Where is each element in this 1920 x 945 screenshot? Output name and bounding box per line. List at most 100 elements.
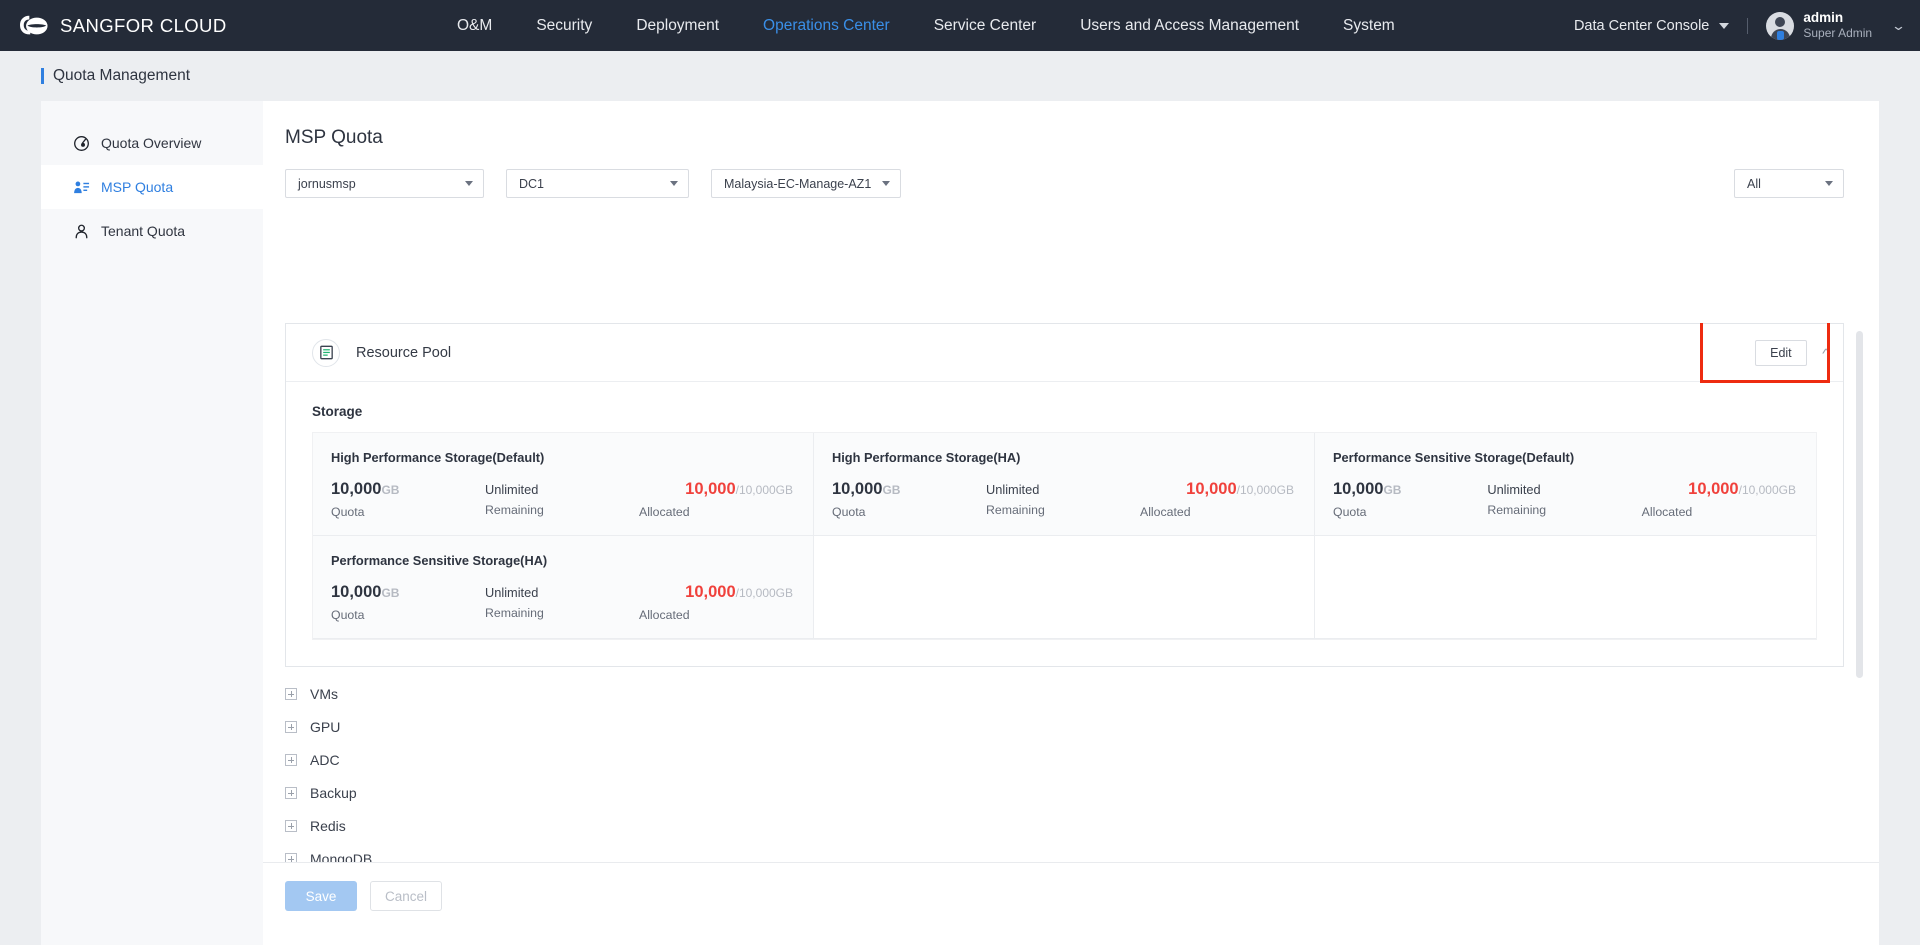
collapsible-section-backup[interactable]: Backup [285, 777, 1844, 810]
top-navigation-bar: SANGFOR CLOUD O&M Security Deployment Op… [0, 0, 1920, 51]
plus-square-icon [285, 787, 297, 800]
stat-allocated-value: 10,000/10,000GB [639, 480, 793, 499]
stat-value-number: 10,000 [331, 480, 382, 498]
collapsible-section-label: Backup [310, 785, 357, 802]
user-menu[interactable]: admin Super Admin ⌄ [1766, 9, 1907, 42]
stat-remaining-label: Remaining [485, 605, 544, 620]
msp-select-value: jornusmsp [298, 176, 356, 191]
avatar [1766, 11, 1795, 40]
user-role: Super Admin [1803, 26, 1873, 41]
collapsible-section-label: MongoDB [310, 851, 373, 862]
stat-quota-label: Quota [331, 504, 365, 519]
stat-value-unit: GB [1383, 483, 1402, 497]
nav-item-security[interactable]: Security [514, 0, 614, 51]
nav-item-service-center[interactable]: Service Center [912, 0, 1059, 51]
storage-card-title: Performance Sensitive Storage(HA) [331, 552, 548, 568]
chevron-down-icon: ⌄ [1890, 17, 1907, 33]
stat-remaining-label: Remaining [986, 503, 1045, 517]
collapsible-section-label: ADC [310, 752, 340, 769]
save-button[interactable]: Save [285, 881, 357, 911]
collapsible-section-gpu[interactable]: GPU [285, 711, 1844, 744]
collapsible-section-redis[interactable]: Redis [285, 810, 1844, 843]
user-list-icon [73, 179, 90, 196]
storage-card-title: High Performance Storage(Default) [331, 450, 545, 465]
user-name: admin [1803, 9, 1844, 25]
stat-remaining-label: Remaining [485, 503, 544, 517]
nav-item-om[interactable]: O&M [435, 0, 514, 51]
storage-card-title: Performance Sensitive Storage(Default) [1333, 450, 1575, 465]
resource-pool-body: Storage High Performance Storage(Default… [286, 382, 1843, 666]
sidebar-item-quota-overview[interactable]: Quota Overview [41, 121, 263, 165]
nav-item-operations-center[interactable]: Operations Center [741, 0, 912, 51]
edit-button[interactable]: Edit [1754, 340, 1807, 366]
stat-allocated: 10,000/10,000GB Allocated [1140, 480, 1294, 519]
plus-square-icon [285, 688, 297, 701]
datacenter-select[interactable]: DC1 [506, 169, 689, 198]
sidebar-item-msp-quota[interactable]: MSP Quota [41, 165, 263, 209]
stat-quota: 10,000GB Quota [331, 583, 485, 622]
scope-filter-select[interactable]: All [1734, 169, 1844, 198]
chevron-up-icon[interactable]: ^ [1822, 346, 1830, 361]
collapsible-section-mongodb[interactable]: MongoDB [285, 843, 1844, 862]
storage-card-stats: 10,000GB Quota Unlimited Remaining 10,00… [331, 583, 793, 622]
chevron-down-icon [465, 181, 473, 186]
stat-quota-value: 10,000GB [1333, 480, 1487, 499]
cancel-button[interactable]: Cancel [370, 881, 443, 911]
sidebar-item-label: Tenant Quota [101, 223, 186, 239]
stat-quota-value: 10,000GB [832, 480, 986, 499]
filter-bar: jornusmsp DC1 Malaysia-EC-Manage-AZ1 All [263, 149, 1879, 198]
resource-pool-card: Resource Pool Edit ^ Storage High Perfor… [285, 323, 1844, 667]
stat-allocated-label: Allocated [639, 607, 690, 622]
footer-action-bar: Save Cancel [263, 862, 1879, 945]
stat-quota-value: 10,000GB [331, 583, 485, 602]
stat-allocated: 10,000/10,000GB Allocated [639, 480, 793, 519]
stat-value-denominator: /10,000GB [735, 483, 793, 497]
main-nav: O&M Security Deployment Operations Cente… [330, 0, 1574, 51]
sidebar-item-tenant-quota[interactable]: Tenant Quota [41, 209, 263, 253]
stat-quota-label: Quota [1333, 504, 1367, 519]
collapsible-section-list: VMs GPU ADC Backup Redis MongoDB [285, 678, 1844, 862]
datacenter-select-value: DC1 [519, 176, 545, 191]
resource-pool-header: Resource Pool Edit ^ [286, 323, 1843, 383]
nav-item-users-and-access-management[interactable]: Users and Access Management [1058, 0, 1321, 51]
stat-remaining: Unlimited Remaining [485, 480, 639, 519]
plus-square-icon [285, 820, 297, 833]
storage-card: High Performance Storage(HA) 10,000GB Qu… [814, 433, 1315, 536]
storage-section-label: Storage [312, 404, 363, 419]
msp-select[interactable]: jornusmsp [285, 169, 484, 198]
stat-value-denominator: /10,000GB [735, 585, 793, 600]
document-list-icon [312, 338, 340, 367]
stat-quota-value: 10,000GB [331, 480, 485, 499]
availability-zone-select[interactable]: Malaysia-EC-Manage-AZ1 [711, 169, 901, 198]
stat-quota-label: Quota [832, 504, 866, 519]
stat-value-number: 10,000 [1333, 480, 1384, 498]
brand[interactable]: SANGFOR CLOUD [0, 12, 330, 40]
chevron-down-icon [882, 181, 890, 186]
storage-grid-spacer [1315, 535, 1816, 639]
chevron-down-icon [1719, 22, 1730, 29]
storage-card-title: High Performance Storage(HA) [832, 450, 1021, 465]
stat-remaining: Unlimited Remaining [1487, 480, 1641, 519]
stat-quota: 10,000GB Quota [331, 480, 485, 519]
nav-item-system[interactable]: System [1321, 0, 1417, 51]
stat-allocated-label: Allocated [1641, 504, 1693, 519]
collapsible-section-adc[interactable]: ADC [285, 744, 1844, 777]
stat-value-number: 10,000 [832, 480, 883, 498]
stat-quota: 10,000GB Quota [832, 480, 986, 519]
divider [1747, 17, 1749, 34]
console-selector-label: Data Center Console [1573, 17, 1710, 34]
storage-card-stats: 10,000GB Quota Unlimited Remaining 10,00… [1333, 480, 1796, 519]
plus-square-icon [285, 721, 297, 734]
stat-remaining-value: Unlimited [485, 482, 539, 497]
brand-text: SANGFOR CLOUD [60, 14, 227, 36]
console-selector[interactable]: Data Center Console [1573, 17, 1730, 34]
vertical-scrollbar[interactable] [1856, 331, 1863, 678]
stat-value-number: 10,000 [1688, 480, 1739, 498]
stat-allocated: 10,000/10,000GB Allocated [1642, 480, 1796, 519]
stat-allocated-value: 10,000/10,000GB [1140, 480, 1294, 499]
stat-allocated-value: 10,000/10,000GB [1642, 480, 1796, 499]
nav-item-deployment[interactable]: Deployment [614, 0, 741, 51]
stat-remaining-value: Unlimited [986, 482, 1040, 497]
stat-value-number: 10,000 [331, 582, 382, 601]
collapsible-section-vms[interactable]: VMs [285, 678, 1844, 711]
